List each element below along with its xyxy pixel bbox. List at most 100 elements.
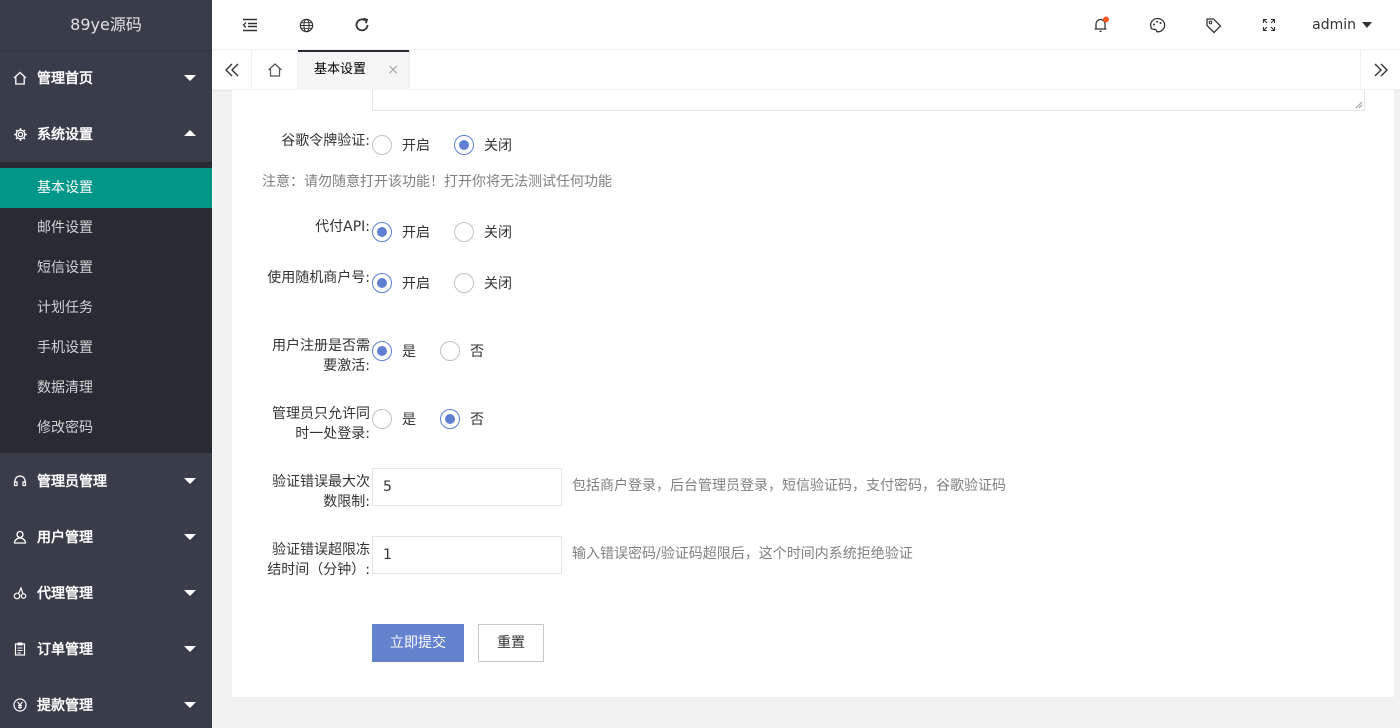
random-merchant-label: 使用随机商户号:: [267, 270, 370, 286]
chevron-down-icon: [184, 75, 196, 81]
radio-dot: [372, 341, 392, 361]
nav-group-withdrawals: 提款管理: [0, 677, 212, 728]
sidebar-item-scheduled-tasks[interactable]: 计划任务: [0, 288, 212, 328]
menu-fold-icon[interactable]: [238, 13, 262, 37]
nav-parent-withdrawals[interactable]: 提款管理: [0, 677, 212, 728]
nav-parent-users[interactable]: 用户管理: [0, 509, 212, 565]
user-name: admin: [1312, 17, 1356, 33]
headset-icon: [12, 473, 28, 489]
sidebar-item-sms-settings[interactable]: 短信设置: [0, 248, 212, 288]
google-auth-on-radio[interactable]: 开启: [372, 135, 430, 155]
sidebar-item-basic-settings[interactable]: 基本设置: [0, 168, 212, 208]
radio-label: 开启: [402, 225, 430, 241]
double-chevron-left-icon: [224, 63, 238, 77]
top-header: admin: [212, 0, 1400, 50]
page-tabs: 基本设置 ×: [212, 50, 1400, 90]
palette-icon[interactable]: [1145, 13, 1169, 37]
settings-form: 谷歌令牌验证: 开启 关闭 注意：请勿随意打开该功能！打开你将无法测试任何功能 …: [232, 90, 1394, 697]
sidebar: 89ye源码 管理首页 系统设置 基本设置 邮件设置 短信设置 计划任务 手机设…: [0, 0, 212, 728]
google-auth-note: 注意：请勿随意打开该功能！打开你将无法测试任何功能: [262, 174, 612, 190]
tag-icon[interactable]: [1201, 13, 1225, 37]
yen-icon: [12, 697, 28, 713]
radio-label: 是: [402, 412, 416, 428]
payment-api-on-radio[interactable]: 开启: [372, 222, 430, 242]
register-activate-yes-radio[interactable]: 是: [372, 341, 416, 361]
nav-group-admins: 管理员管理: [0, 453, 212, 509]
tab-basic-settings[interactable]: 基本设置 ×: [298, 50, 410, 90]
nav-parent-system[interactable]: 系统设置: [0, 106, 212, 162]
google-auth-off-radio[interactable]: 关闭: [454, 135, 512, 155]
user-icon: [12, 529, 28, 545]
chevron-up-icon: [184, 130, 196, 136]
max-attempts-help: 包括商户登录，后台管理员登录，短信验证码，支付密码，谷歌验证码: [572, 478, 1006, 494]
globe-icon[interactable]: [294, 13, 318, 37]
max-attempts-label: 验证错误最大次数限制:: [272, 474, 370, 510]
chevron-down-icon: [184, 534, 196, 540]
chevron-down-icon: [184, 702, 196, 708]
admin-single-login-yes-radio[interactable]: 是: [372, 409, 416, 429]
gear-icon: [12, 126, 28, 142]
tab-label: 基本设置: [314, 62, 367, 77]
nav-group-orders: 订单管理: [0, 621, 212, 677]
tabs-scroll-left-button[interactable]: [212, 50, 252, 90]
user-menu[interactable]: admin: [1312, 0, 1372, 50]
radio-dot: [372, 222, 392, 242]
freeze-time-input[interactable]: [372, 536, 562, 574]
radio-dot: [440, 341, 460, 361]
close-icon[interactable]: ×: [387, 50, 399, 90]
home-icon: [12, 70, 28, 86]
double-chevron-right-icon: [1374, 63, 1388, 77]
nav-parent-agents[interactable]: 代理管理: [0, 565, 212, 621]
sidebar-item-change-password[interactable]: 修改密码: [0, 408, 212, 448]
tab-home[interactable]: [252, 50, 298, 90]
nav-parent-orders[interactable]: 订单管理: [0, 621, 212, 677]
nav-children-system: 基本设置 邮件设置 短信设置 计划任务 手机设置 数据清理 修改密码: [0, 162, 212, 453]
radio-label: 否: [470, 412, 484, 428]
resize-grip-icon: [1355, 101, 1363, 109]
nav-parent-home[interactable]: 管理首页: [0, 50, 212, 106]
chevron-down-icon: [1362, 22, 1372, 28]
submit-button[interactable]: 立即提交: [372, 624, 464, 662]
agent-icon: [12, 585, 28, 601]
freeze-time-help: 输入错误密码/验证码超限后，这个时间内系统拒绝验证: [572, 546, 913, 562]
nav-group-users: 用户管理: [0, 509, 212, 565]
bell-icon[interactable]: [1089, 13, 1113, 37]
payment-api-label: 代付API:: [315, 219, 370, 235]
reset-button[interactable]: 重置: [478, 624, 544, 662]
radio-dot: [372, 273, 392, 293]
radio-label: 开启: [402, 138, 430, 154]
sidebar-item-mobile-settings[interactable]: 手机设置: [0, 328, 212, 368]
admin-single-login-no-radio[interactable]: 否: [440, 409, 484, 429]
nav-parent-admins[interactable]: 管理员管理: [0, 453, 212, 509]
radio-dot: [372, 409, 392, 429]
textarea-field[interactable]: [372, 90, 1365, 111]
max-attempts-input[interactable]: [372, 468, 562, 506]
sidebar-item-data-cleanup[interactable]: 数据清理: [0, 368, 212, 408]
nav-parent-label: 代理管理: [37, 586, 93, 602]
fullscreen-icon[interactable]: [1257, 13, 1281, 37]
nav-parent-label: 管理首页: [37, 71, 93, 87]
nav-group-system: 系统设置 基本设置 邮件设置 短信设置 计划任务 手机设置 数据清理 修改密码: [0, 106, 212, 453]
radio-dot: [454, 273, 474, 293]
nav-parent-label: 用户管理: [37, 530, 93, 546]
radio-label: 是: [402, 344, 416, 360]
random-merchant-off-radio[interactable]: 关闭: [454, 273, 512, 293]
radio-label: 开启: [402, 276, 430, 292]
radio-dot: [372, 135, 392, 155]
radio-dot: [454, 222, 474, 242]
home-icon: [267, 63, 282, 77]
random-merchant-on-radio[interactable]: 开启: [372, 273, 430, 293]
payment-api-off-radio[interactable]: 关闭: [454, 222, 512, 242]
register-activate-no-radio[interactable]: 否: [440, 341, 484, 361]
refresh-icon[interactable]: [350, 13, 374, 37]
radio-dot: [440, 409, 460, 429]
nav-parent-label: 订单管理: [37, 642, 93, 658]
tabs-scroll-right-button[interactable]: [1360, 50, 1400, 90]
radio-label: 关闭: [484, 225, 512, 241]
google-auth-label: 谷歌令牌验证:: [281, 133, 370, 149]
chevron-down-icon: [184, 646, 196, 652]
nav-group-home: 管理首页: [0, 50, 212, 106]
app-logo[interactable]: 89ye源码: [0, 0, 212, 50]
sidebar-item-mail-settings[interactable]: 邮件设置: [0, 208, 212, 248]
register-activate-label: 用户注册是否需要激活:: [272, 338, 370, 374]
